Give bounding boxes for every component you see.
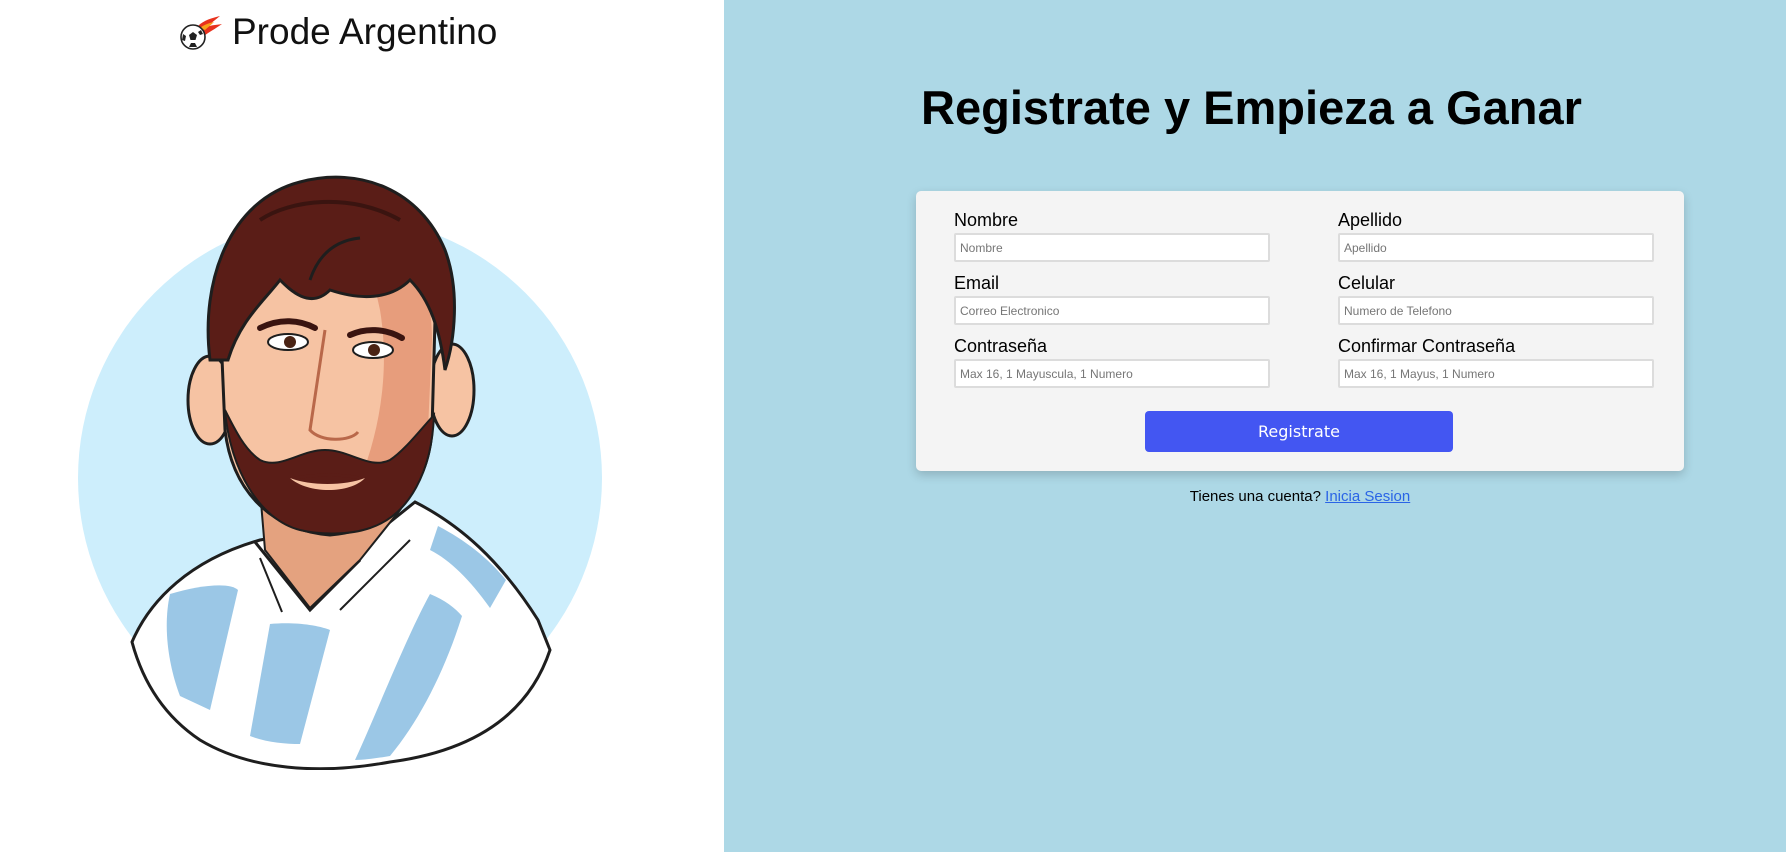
field-password: Contraseña (954, 335, 1270, 388)
field-confirm-password: Confirmar Contraseña (1338, 335, 1654, 388)
register-page: Prode Argentino Registrate y Empieza a G… (0, 0, 1786, 852)
field-email: Email (954, 272, 1270, 325)
page-title: Registrate y Empieza a Ganar (921, 81, 1582, 134)
password-input[interactable] (954, 359, 1270, 388)
field-apellido: Apellido (1338, 209, 1654, 262)
brand: Prode Argentino (178, 10, 497, 54)
field-celular: Celular (1338, 272, 1654, 325)
email-input[interactable] (954, 296, 1270, 325)
confirm-password-input[interactable] (1338, 359, 1654, 388)
nombre-input[interactable] (954, 233, 1270, 262)
nombre-label: Nombre (954, 210, 1019, 230)
email-label: Email (954, 273, 1000, 293)
left-panel: Prode Argentino (0, 0, 724, 852)
field-nombre: Nombre (954, 209, 1270, 262)
apellido-label: Apellido (1338, 210, 1403, 230)
confirm-password-label: Confirmar Contraseña (1338, 336, 1516, 356)
flaming-soccer-ball-icon (180, 16, 222, 50)
login-prompt-line: Tienes una cuenta? Inicia Sesion (916, 488, 1684, 505)
register-form: Nombre Apellido Email Celular Contraseña… (916, 191, 1684, 471)
brand-title: Prode Argentino (232, 11, 498, 52)
celular-input[interactable] (1338, 296, 1654, 325)
register-button[interactable]: Registrate (1145, 411, 1453, 452)
login-link[interactable]: Inicia Sesion (1325, 488, 1410, 505)
celular-label: Celular (1338, 273, 1396, 293)
footballer-portrait-illustration (78, 175, 602, 770)
password-label: Contraseña (954, 336, 1048, 356)
right-panel: Registrate y Empieza a Ganar Nombre Apel… (724, 0, 1786, 852)
login-prompt-text: Tienes una cuenta? (1189, 488, 1321, 505)
apellido-input[interactable] (1338, 233, 1654, 262)
